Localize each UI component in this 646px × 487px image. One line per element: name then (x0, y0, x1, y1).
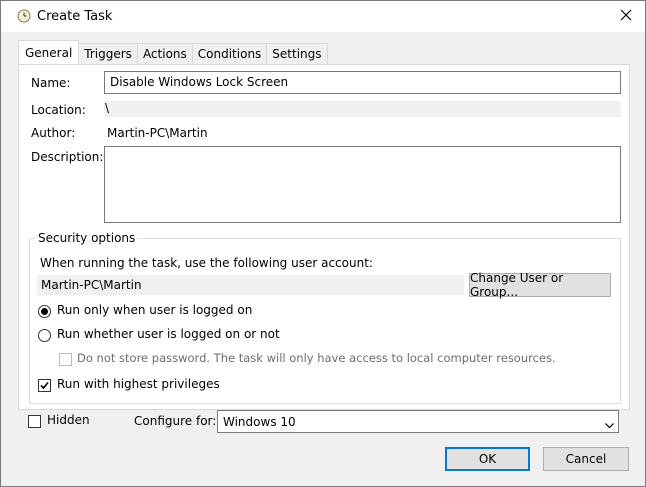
highest-privileges-checkbox[interactable] (38, 379, 51, 392)
tab-strip: General Triggers Actions Conditions Sett… (18, 40, 328, 64)
configure-for-value: Windows 10 (223, 415, 296, 429)
run-whether-radio[interactable] (38, 329, 51, 342)
location-field: \ (104, 101, 621, 117)
no-store-password-label[interactable]: Do not store password. The task will onl… (77, 351, 556, 365)
tab-triggers[interactable]: Triggers (78, 43, 138, 64)
tab-general[interactable]: General (18, 40, 80, 64)
change-user-button[interactable]: Change User or Group... (469, 271, 611, 299)
close-button[interactable] (607, 1, 645, 32)
general-panel: Name: Disable Windows Lock Screen Locati… (18, 64, 630, 410)
tab-actions[interactable]: Actions (136, 43, 193, 64)
security-options-title: Security options (35, 231, 139, 245)
clock-icon (17, 9, 31, 23)
configure-for-select[interactable]: Windows 10 (217, 410, 619, 433)
window-title: Create Task (37, 9, 113, 24)
name-value: Disable Windows Lock Screen (110, 75, 289, 89)
author-label: Author: (31, 126, 76, 140)
run-whether-label[interactable]: Run whether user is logged on or not (57, 327, 280, 341)
hidden-label[interactable]: Hidden (47, 413, 90, 427)
account-prompt: When running the task, use the following… (40, 256, 373, 270)
location-label: Location: (31, 103, 86, 117)
description-field[interactable] (104, 146, 621, 223)
dialog-content: General Triggers Actions Conditions Sett… (1, 32, 645, 486)
description-label: Description: (31, 150, 104, 164)
location-value: \ (105, 101, 110, 115)
name-field[interactable]: Disable Windows Lock Screen (104, 71, 621, 94)
tab-conditions[interactable]: Conditions (191, 43, 268, 64)
hidden-checkbox[interactable] (28, 415, 41, 428)
checkmark-icon (39, 380, 50, 394)
title-bar[interactable]: Create Task (1, 1, 645, 32)
tab-settings[interactable]: Settings (266, 43, 328, 64)
configure-for-label: Configure for: (134, 414, 217, 428)
chevron-down-icon (605, 418, 614, 432)
no-store-password-checkbox[interactable] (59, 353, 72, 366)
close-icon (620, 9, 632, 24)
account-field: Martin-PC\Martin (37, 275, 464, 295)
cancel-button[interactable]: Cancel (543, 447, 629, 471)
author-value: Martin-PC\Martin (107, 126, 208, 140)
ok-button[interactable]: OK (445, 447, 530, 471)
create-task-window: Create Task General Triggers Actions Con… (0, 0, 646, 487)
run-logged-on-radio[interactable] (38, 305, 51, 318)
account-value: Martin-PC\Martin (41, 278, 142, 292)
run-logged-on-label[interactable]: Run only when user is logged on (57, 303, 252, 317)
name-label: Name: (31, 76, 71, 90)
highest-privileges-label[interactable]: Run with highest privileges (57, 377, 220, 391)
